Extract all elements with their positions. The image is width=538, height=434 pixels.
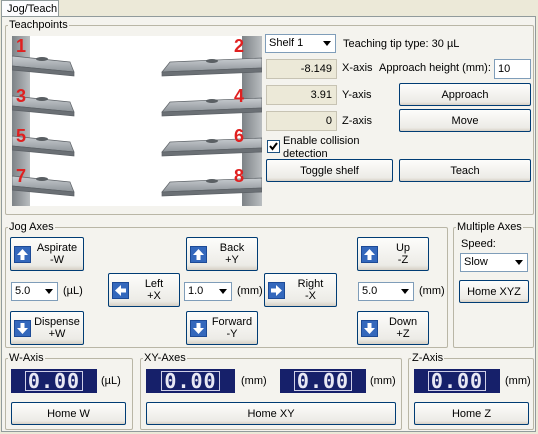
arrow-down-icon — [14, 319, 31, 337]
x-axis-label: X-axis — [342, 62, 373, 74]
x-readout-value: 0.00 — [161, 371, 220, 391]
w-readout-value: 0.00 — [24, 371, 84, 391]
teachpoints-legend: Teachpoints — [9, 19, 68, 31]
w-unit: (µL) — [101, 375, 121, 387]
tab-jog-teach[interactable]: Jog/Teach — [1, 0, 59, 16]
jog-axes-legend: Jog Axes — [9, 221, 54, 233]
multiple-axes-legend: Multiple Axes — [457, 221, 522, 233]
z-step-select[interactable]: 5.0 — [358, 282, 414, 301]
right-button[interactable]: Right -X — [264, 273, 337, 307]
home-xyz-button[interactable]: Home XYZ — [459, 280, 529, 303]
shelf-number-5: 5 — [16, 126, 27, 146]
up-button[interactable]: Up -Z — [357, 237, 429, 271]
left-label: Left +X — [144, 278, 164, 302]
arrow-down-icon — [190, 319, 207, 337]
shelves-image — [12, 36, 262, 206]
w-readout: 0.00 — [11, 369, 97, 393]
dispense-label: Dispense +W — [34, 316, 80, 340]
forward-button[interactable]: Forward -Y — [186, 311, 258, 345]
back-button[interactable]: Back +Y — [186, 237, 258, 271]
z-unit: (mm) — [505, 375, 531, 387]
toggle-shelf-button[interactable]: Toggle shelf — [266, 159, 393, 182]
arrow-up-icon — [361, 245, 378, 263]
w-step-unit: (µL) — [63, 285, 83, 297]
w-axis-legend: W-Axis — [9, 352, 44, 364]
arrow-up-icon — [190, 245, 207, 263]
aspirate-label: Aspirate -W — [36, 242, 78, 266]
shelf-number-7: 7 — [16, 166, 27, 186]
shelf-select[interactable]: Shelf 1 — [265, 34, 336, 53]
left-button[interactable]: Left +X — [108, 273, 180, 307]
back-label: Back +Y — [219, 242, 245, 266]
checkmark-icon — [269, 142, 278, 151]
shelf-photo: 1 2 3 4 5 6 7 8 — [12, 36, 262, 206]
xy-step-unit: (mm) — [237, 285, 263, 297]
shelf-number-6: 6 — [234, 126, 245, 146]
down-button[interactable]: Down +Z — [357, 311, 429, 345]
z-step-unit: (mm) — [419, 285, 445, 297]
shelf-number-8: 8 — [234, 166, 245, 186]
z-readout-value: 0.00 — [427, 371, 487, 391]
y-axis-value: 3.91 — [266, 85, 337, 105]
arrow-up-icon — [14, 245, 31, 263]
y-readout: 0.00 — [280, 369, 366, 393]
arrow-left-icon — [112, 281, 129, 299]
aspirate-button[interactable]: Aspirate -W — [10, 237, 84, 271]
z-axis-value: 0 — [266, 111, 337, 131]
speed-value: Slow — [464, 256, 488, 268]
z-axis-label: Z-axis — [342, 115, 372, 127]
w-step-select[interactable]: 5.0 — [11, 282, 58, 301]
shelf-number-4: 4 — [234, 86, 245, 106]
w-step-value: 5.0 — [15, 285, 31, 297]
speed-select[interactable]: Slow — [460, 253, 528, 272]
x-unit: (mm) — [241, 375, 267, 387]
approach-height-input[interactable]: 10 — [494, 59, 531, 79]
z-step-value: 5.0 — [362, 285, 378, 297]
y-readout-value: 0.00 — [293, 371, 353, 391]
collision-label: Enable collision detection — [283, 135, 360, 160]
speed-label: Speed: — [461, 238, 496, 250]
chevron-down-icon — [215, 284, 230, 299]
approach-button[interactable]: Approach — [399, 83, 531, 106]
z-axis-legend: Z-Axis — [412, 352, 444, 364]
move-button[interactable]: Move — [399, 109, 531, 132]
chevron-down-icon — [319, 36, 334, 51]
dispense-button[interactable]: Dispense +W — [10, 311, 84, 345]
y-unit: (mm) — [370, 375, 396, 387]
collision-checkbox[interactable] — [267, 140, 280, 153]
x-readout: 0.00 — [146, 369, 235, 393]
xy-step-value: 1.0 — [188, 285, 204, 297]
home-xy-button[interactable]: Home XY — [146, 402, 396, 425]
xy-step-select[interactable]: 1.0 — [184, 282, 232, 301]
y-axis-label: Y-axis — [342, 89, 372, 101]
up-label: Up -Z — [395, 242, 411, 266]
home-w-button[interactable]: Home W — [11, 402, 126, 425]
arrow-right-icon — [268, 281, 285, 299]
chevron-down-icon — [511, 255, 526, 270]
shelf-select-value: Shelf 1 — [269, 37, 304, 49]
shelf-number-2: 2 — [234, 36, 245, 56]
right-label: Right -X — [297, 278, 324, 302]
shelf-number-1: 1 — [16, 36, 27, 56]
xy-axes-legend: XY-Axes — [144, 352, 186, 364]
z-readout: 0.00 — [414, 369, 500, 393]
forward-label: Forward -Y — [211, 316, 253, 340]
shelf-number-3: 3 — [16, 86, 27, 106]
x-axis-value: -8.149 — [266, 59, 337, 79]
chevron-down-icon — [397, 284, 412, 299]
chevron-down-icon — [41, 284, 56, 299]
approach-height-label: Approach height (mm): — [379, 62, 491, 74]
tip-type-label: Teaching tip type: 30 µL — [343, 38, 460, 50]
home-z-button[interactable]: Home Z — [414, 402, 529, 425]
teach-button[interactable]: Teach — [399, 159, 531, 182]
arrow-down-icon — [361, 319, 378, 337]
down-label: Down +Z — [388, 316, 418, 340]
